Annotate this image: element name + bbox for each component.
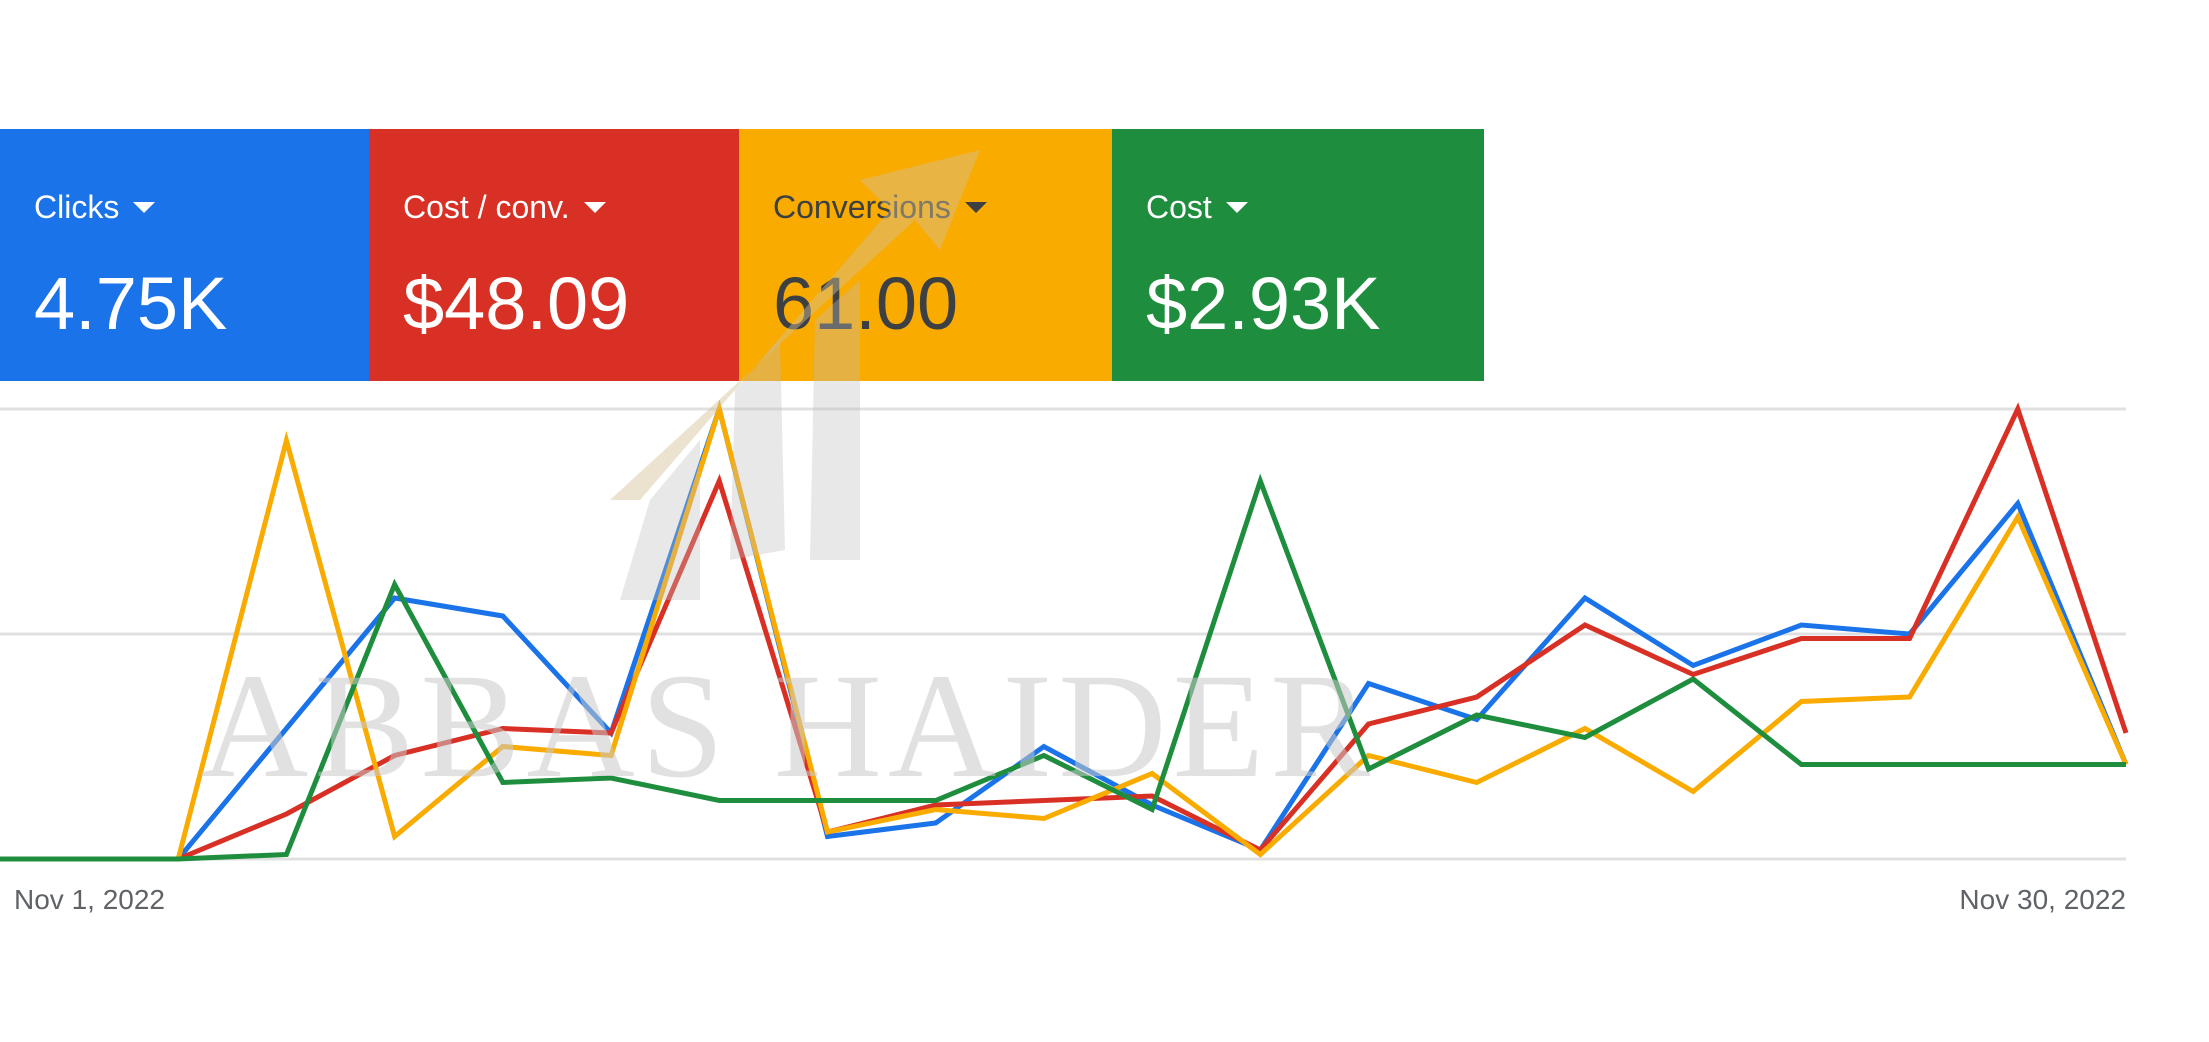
series-line-3 (0, 473, 2126, 862)
scorecard-value: $48.09 (403, 262, 630, 345)
scorecard-cost[interactable]: Cost $2.93K (1112, 129, 1484, 381)
scorecard-label: Clicks (34, 189, 120, 225)
scorecard-value: $2.93K (1146, 262, 1381, 345)
line-chart: Nov 1, 2022 Nov 30, 2022 (0, 399, 2129, 915)
scorecard-conversions[interactable]: Conversions 61.00 (739, 129, 1112, 381)
scorecard-value: 4.75K (34, 262, 228, 345)
scorecard-label: Cost (1146, 189, 1212, 225)
x-tick-label-start: Nov 1, 2022 (14, 884, 165, 915)
scorecard-row: Clicks 4.75K Cost / conv. $48.09 Convers… (0, 129, 1484, 381)
caret-down-icon[interactable] (964, 202, 987, 213)
caret-down-icon[interactable] (583, 202, 606, 213)
scorecard-value: 61.00 (773, 262, 959, 345)
scorecard-label: Conversions (773, 189, 951, 225)
caret-down-icon[interactable] (133, 202, 156, 213)
scorecard-clicks[interactable]: Clicks 4.75K (0, 129, 369, 381)
scorecard-cost-per-conv[interactable]: Cost / conv. $48.09 (369, 129, 739, 381)
x-tick-label-end: Nov 30, 2022 (1959, 884, 2126, 915)
scorecard-label: Cost / conv. (403, 189, 570, 225)
caret-down-icon[interactable] (1225, 202, 1248, 213)
